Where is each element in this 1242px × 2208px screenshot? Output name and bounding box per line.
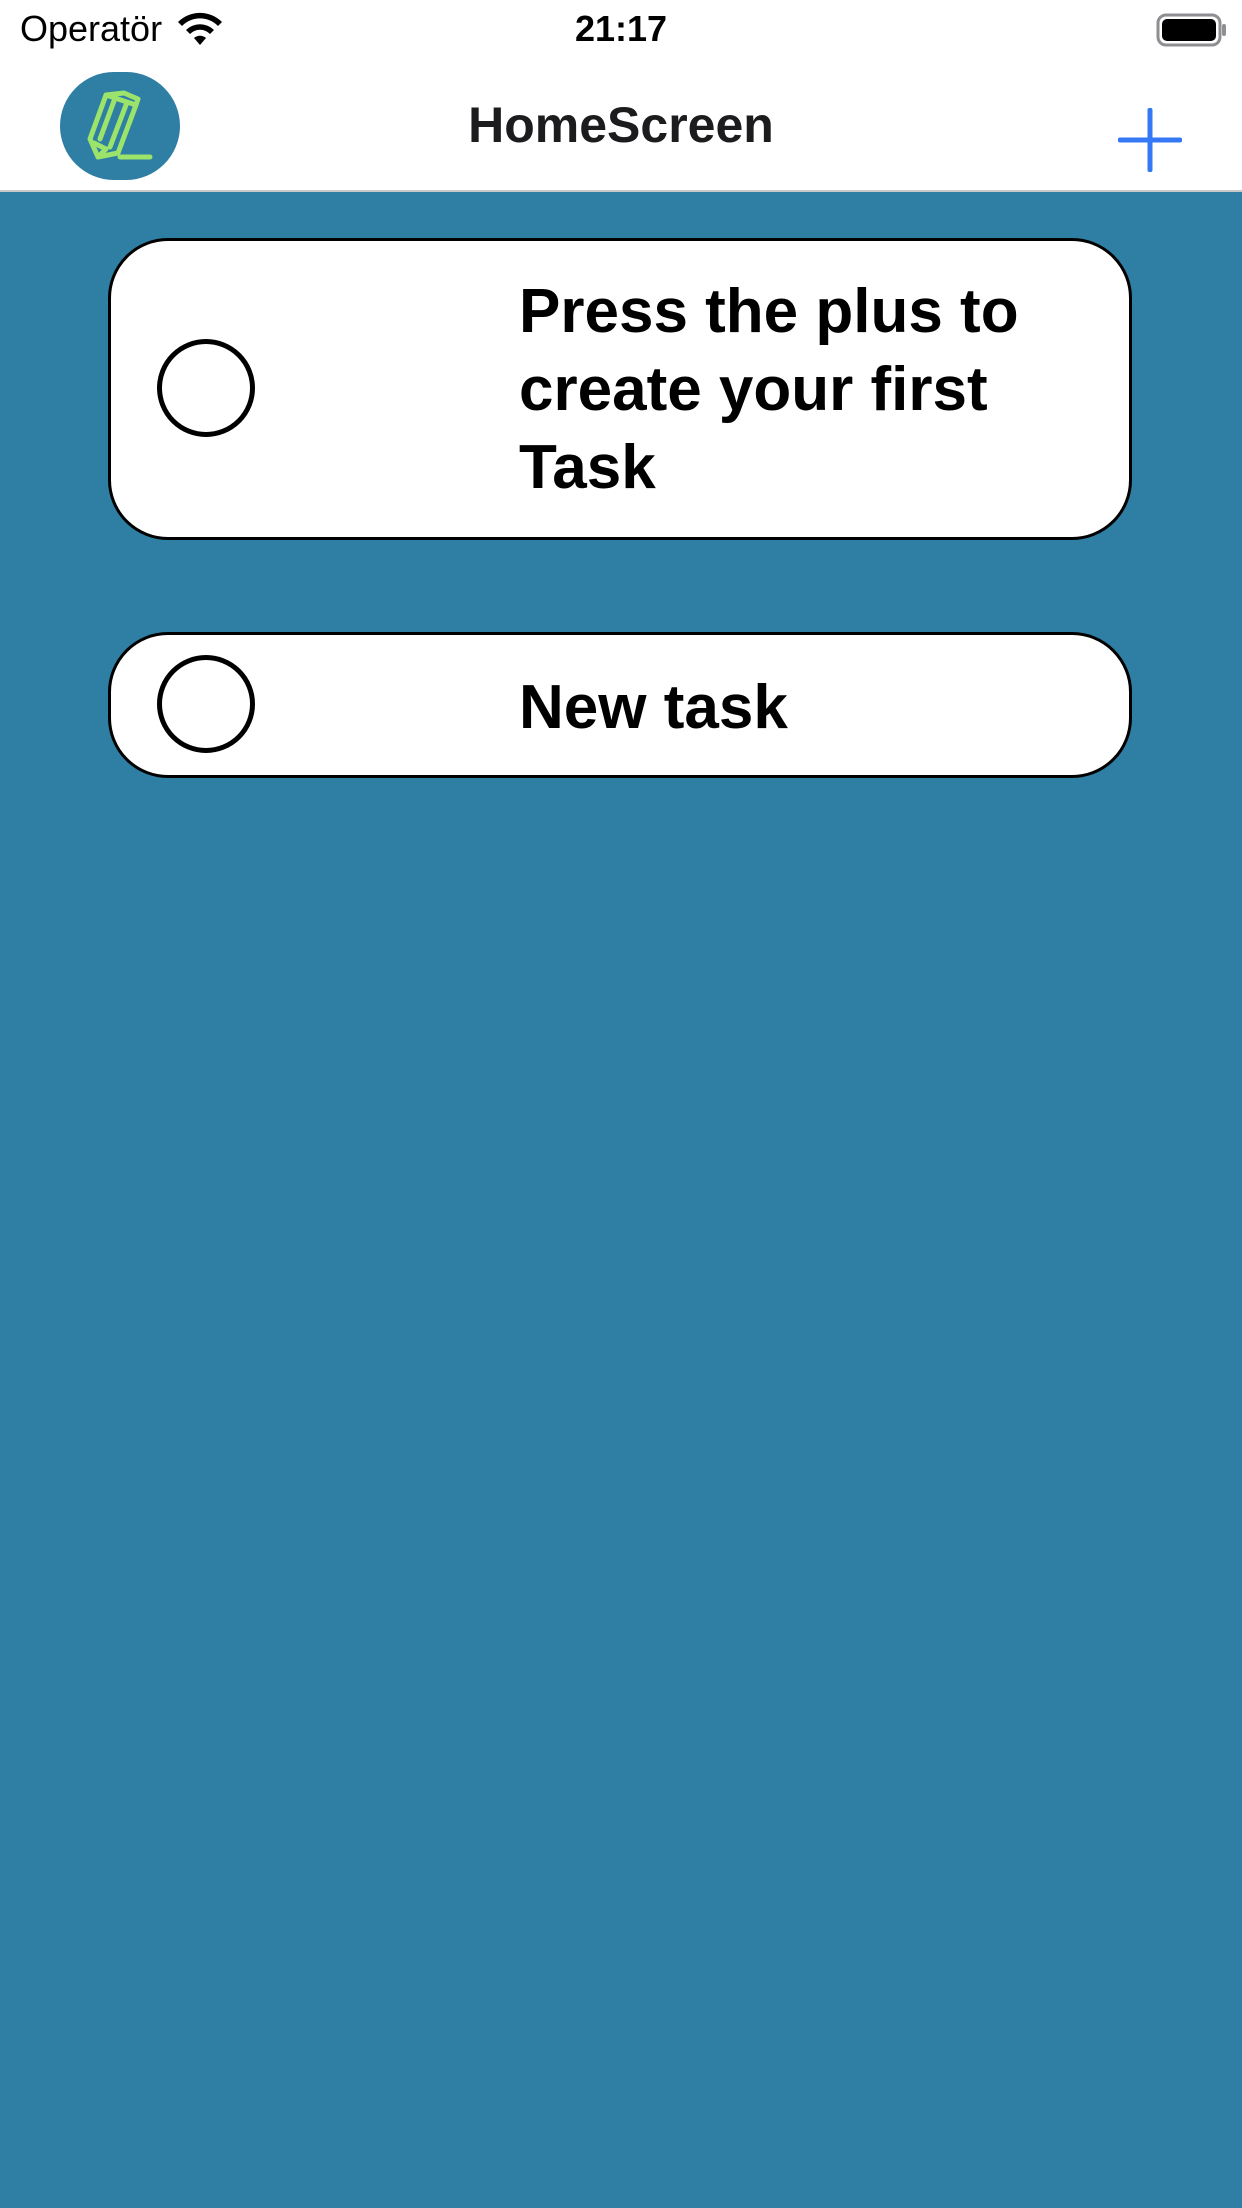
task-title: Press the plus to create your first Task (519, 277, 1019, 502)
page-title: HomeScreen (468, 97, 774, 153)
task-title: New task (519, 673, 788, 742)
task-checkbox[interactable] (157, 655, 255, 753)
plus-icon (1117, 107, 1183, 173)
task-card[interactable]: New task (108, 632, 1132, 778)
battery-full-icon (1156, 13, 1226, 47)
task-card[interactable]: Press the plus to create your first Task (108, 238, 1132, 540)
status-time: 21:17 (574, 8, 668, 49)
add-task-button[interactable] (1117, 107, 1183, 173)
task-checkbox[interactable] (157, 339, 255, 437)
status-bar: Operatör 21:17 (0, 0, 1242, 62)
navigation-bar: HomeScreen (0, 62, 1242, 192)
